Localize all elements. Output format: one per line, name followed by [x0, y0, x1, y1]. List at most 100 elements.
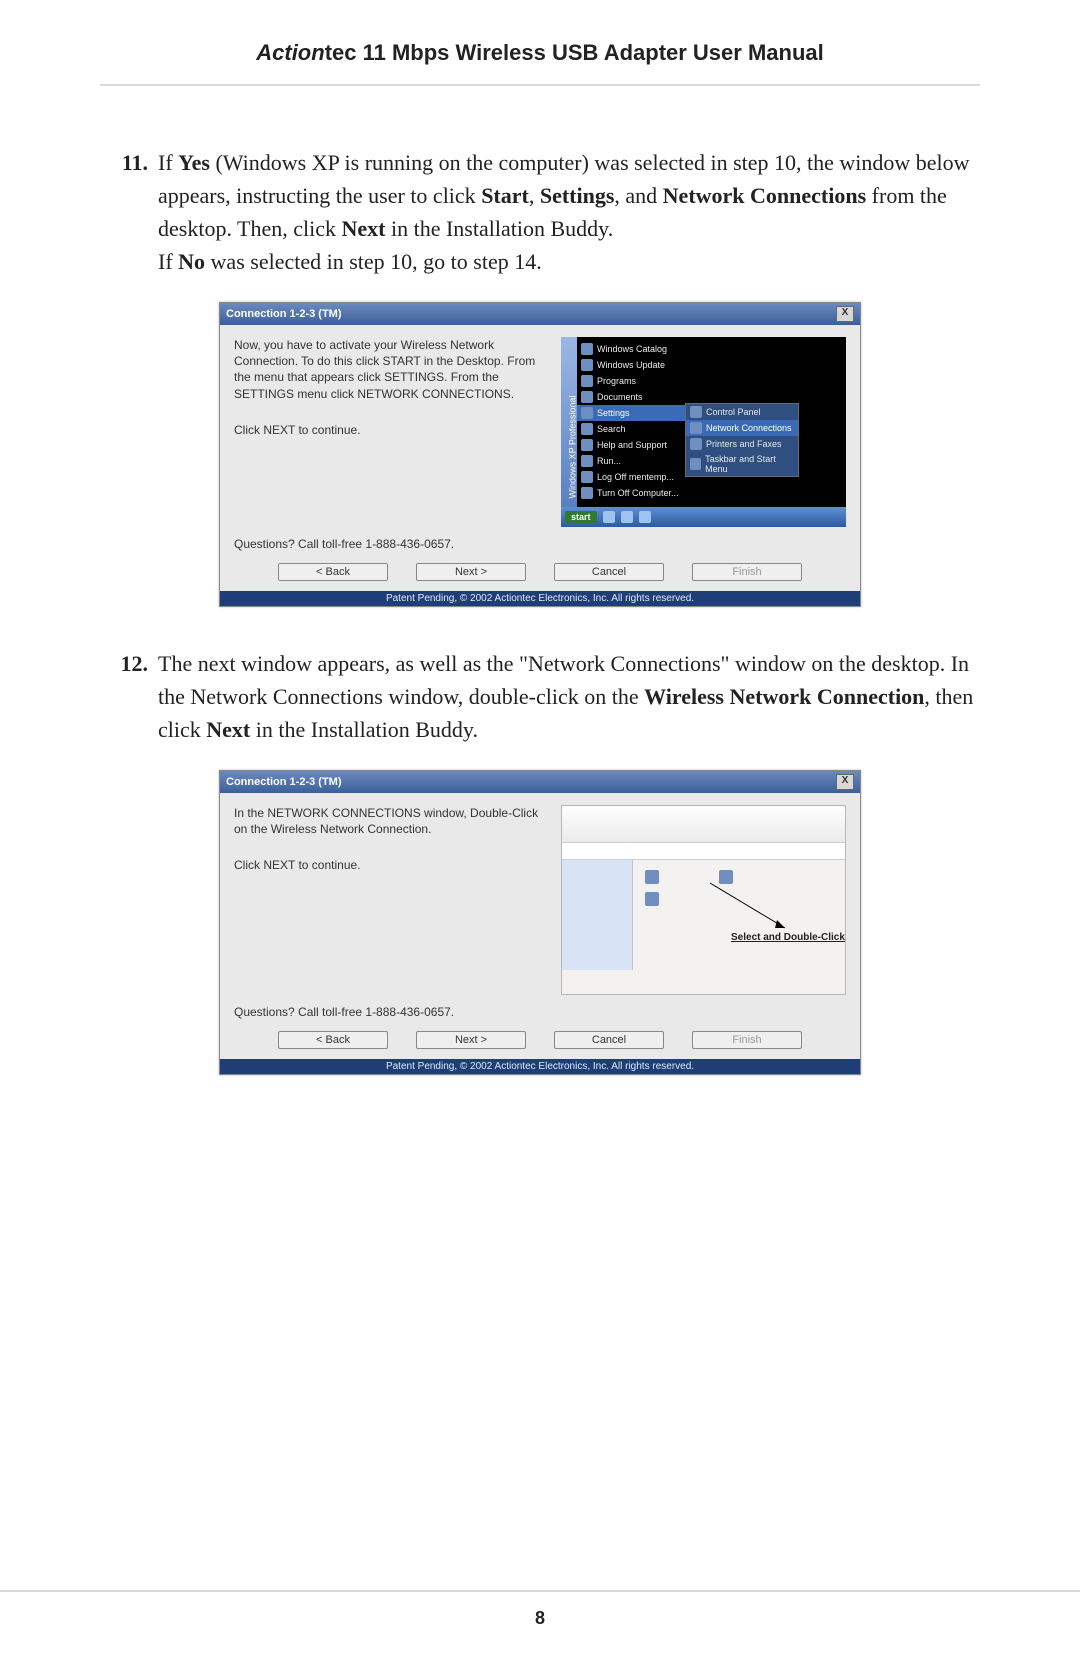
text: in the Installation Buddy.	[385, 216, 613, 241]
menu-icon	[581, 471, 593, 483]
screenshot-1-buttons: < Back Next > Cancel Finish	[220, 557, 860, 591]
startmenu-submenu: Control Panel Network Connections Printe…	[685, 403, 799, 477]
connection-icon	[645, 892, 659, 906]
bold-no: No	[178, 249, 205, 274]
next-button[interactable]: Next >	[416, 563, 526, 581]
bold-start: Start	[481, 183, 529, 208]
nc-item	[645, 870, 705, 884]
bold-wireless-network-connection: Wireless Network Connection	[644, 684, 924, 709]
label: Taskbar and Start Menu	[705, 454, 794, 474]
screenshot-1-body: Now, you have to activate your Wireless …	[220, 325, 860, 535]
bold-network-connections: Network Connections	[663, 183, 867, 208]
screenshot-2-title: Connection 1-2-3 (TM)	[226, 776, 342, 788]
arrow-icon	[705, 878, 795, 938]
close-icon[interactable]: X	[836, 774, 854, 790]
menu-icon	[581, 439, 593, 451]
startmenu-sidebar: Windows XP Professional	[561, 337, 577, 507]
startmenu-item: Windows Update	[577, 357, 685, 373]
label: Windows Catalog	[597, 344, 667, 354]
startmenu-sidebar-text: Windows XP Professional	[567, 396, 577, 499]
next-button[interactable]: Next >	[416, 1031, 526, 1049]
label: Run...	[597, 456, 621, 466]
screenshot-1-questions: Questions? Call toll-free 1-888-436-0657…	[220, 535, 860, 557]
startmenu-column: Windows Catalog Windows Update Programs …	[577, 341, 685, 501]
step-11-number: 11.	[100, 146, 158, 278]
submenu-item: Printers and Faxes	[686, 436, 798, 452]
label: Windows Update	[597, 360, 665, 370]
cancel-button[interactable]: Cancel	[554, 563, 664, 581]
submenu-item: Control Panel	[686, 404, 798, 420]
back-button[interactable]: < Back	[278, 563, 388, 581]
screenshot-1-title: Connection 1-2-3 (TM)	[226, 308, 342, 320]
bold-next: Next	[342, 216, 386, 241]
menu-icon	[581, 359, 593, 371]
taskbar-icon	[639, 511, 651, 523]
text: If	[158, 249, 178, 274]
step-12: 12. The next window appears, as well as …	[100, 647, 980, 746]
nc-body: Select and Double-Click	[562, 860, 845, 970]
label: Turn Off Computer...	[597, 488, 679, 498]
label: Network Connections	[706, 423, 792, 433]
startmenu-item: Run...	[577, 453, 685, 469]
screenshot-2-body: In the NETWORK CONNECTIONS window, Doubl…	[220, 793, 860, 1003]
page-number: 8	[0, 1590, 1080, 1629]
label: Documents	[597, 392, 643, 402]
text: was selected in step 10, go to step 14.	[205, 249, 542, 274]
bold-settings: Settings	[540, 183, 615, 208]
step-11-body: If Yes (Windows XP is running on the com…	[158, 146, 980, 278]
step-12-number: 12.	[100, 647, 158, 746]
text: in the Installation Buddy.	[250, 717, 478, 742]
screenshot-2-preview: Select and Double-Click	[561, 805, 846, 995]
connection-icon	[719, 870, 733, 884]
finish-button: Finish	[692, 1031, 802, 1049]
submenu-item-network-connections: Network Connections	[686, 420, 798, 436]
menu-icon	[581, 343, 593, 355]
nc-main: Select and Double-Click	[633, 860, 845, 970]
submenu-item: Taskbar and Start Menu	[686, 452, 798, 476]
menu-icon	[581, 423, 593, 435]
brand-rest: tec 11 Mbps Wireless USB Adapter User Ma…	[325, 40, 824, 65]
network-connections-window: Select and Double-Click	[561, 805, 846, 995]
menu-icon	[581, 375, 593, 387]
bold-next: Next	[206, 717, 250, 742]
close-icon[interactable]: X	[836, 306, 854, 322]
screenshot-2-continue: Click NEXT to continue.	[234, 857, 549, 873]
nc-item	[719, 870, 779, 884]
text: If	[158, 150, 178, 175]
startmenu-item-settings: Settings	[577, 405, 685, 421]
cancel-button[interactable]: Cancel	[554, 1031, 664, 1049]
menu-icon	[581, 407, 593, 419]
menu-icon	[690, 422, 702, 434]
startmenu-item: Log Off mentemp...	[577, 469, 685, 485]
nc-callout-label: Select and Double-Click	[731, 932, 845, 943]
finish-button: Finish	[692, 563, 802, 581]
text: , and	[614, 183, 662, 208]
text: ,	[529, 183, 540, 208]
screenshot-1: Connection 1-2-3 (TM) X Now, you have to…	[219, 302, 861, 607]
screenshot-2-left: In the NETWORK CONNECTIONS window, Doubl…	[234, 805, 549, 995]
menu-icon	[581, 455, 593, 467]
label: Control Panel	[706, 407, 761, 417]
label: Log Off mentemp...	[597, 472, 674, 482]
nc-toolbar	[562, 806, 845, 843]
startmenu-item: Programs	[577, 373, 685, 389]
screenshot-1-preview: Windows XP Professional Windows Catalog …	[561, 337, 846, 527]
back-button[interactable]: < Back	[278, 1031, 388, 1049]
label: Search	[597, 424, 626, 434]
menu-icon	[690, 438, 702, 450]
startmenu-item: Documents	[577, 389, 685, 405]
menu-icon	[690, 458, 701, 470]
connection-icon	[645, 870, 659, 884]
page: Actiontec 11 Mbps Wireless USB Adapter U…	[0, 0, 1080, 1669]
label: Settings	[597, 408, 630, 418]
screenshot-2-titlebar: Connection 1-2-3 (TM) X	[220, 771, 860, 793]
start-button: start	[565, 511, 597, 523]
screenshot-1-left: Now, you have to activate your Wireless …	[234, 337, 549, 527]
screenshot-1-footer: Patent Pending, © 2002 Actiontec Electro…	[220, 591, 860, 606]
screenshot-1-titlebar: Connection 1-2-3 (TM) X	[220, 303, 860, 325]
bold-yes: Yes	[178, 150, 210, 175]
nc-addressbar	[562, 843, 845, 860]
brand-bold: Action	[256, 40, 324, 65]
startmenu-item: Help and Support	[577, 437, 685, 453]
screenshot-1-instruction: Now, you have to activate your Wireless …	[234, 337, 549, 402]
